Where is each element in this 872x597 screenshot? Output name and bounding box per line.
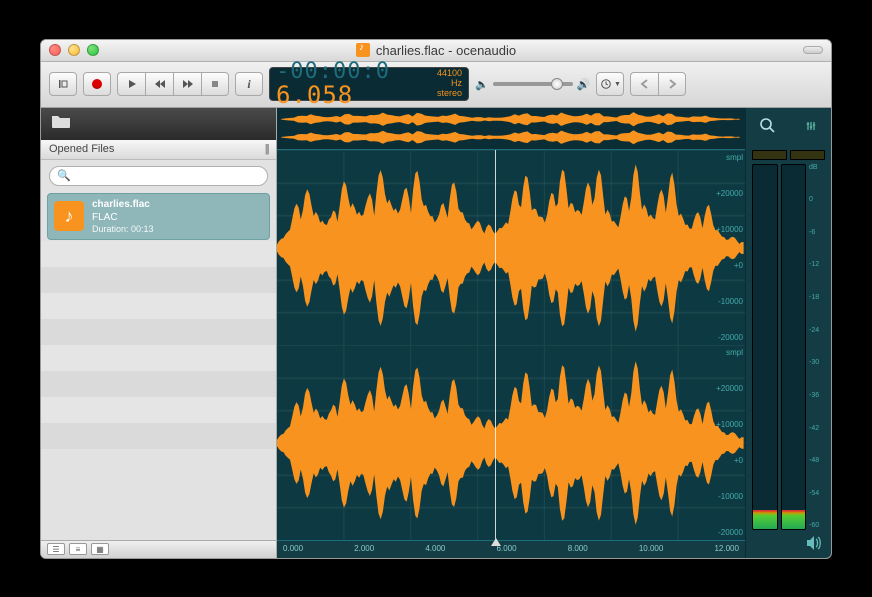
time-ruler[interactable]: 0.0002.0004.0006.0008.00010.00012.000 (277, 540, 745, 558)
fast-forward-button[interactable] (173, 72, 201, 96)
meter-footer (746, 534, 831, 558)
sidebar-header-label: Opened Files (49, 143, 114, 155)
playhead[interactable] (495, 150, 496, 540)
file-duration: Duration: 00:13 (92, 224, 154, 236)
view-list-button[interactable]: ☰ (47, 543, 65, 555)
sidebar-header: Opened Files |||| (41, 140, 276, 160)
peak-right (790, 150, 825, 160)
window-controls (49, 44, 99, 56)
sidebar-search: 🔍 (41, 160, 276, 192)
sidebar-top (41, 108, 276, 140)
meter-top (746, 108, 831, 150)
view-detail-button[interactable]: ≡ (69, 543, 87, 555)
app-window: charlies.flac - ocenaudio i (40, 39, 832, 559)
file-type-icon: ♪ (54, 201, 84, 231)
audio-meta: 44100 Hz stereo (432, 69, 462, 99)
record-button[interactable] (83, 72, 111, 96)
channel-mode: stereo (432, 89, 462, 99)
zoom-window-button[interactable] (87, 44, 99, 56)
waveform-overview[interactable] (277, 108, 745, 150)
rewind-button[interactable] (145, 72, 173, 96)
stop-button[interactable] (201, 72, 229, 96)
zoom-icon[interactable] (759, 117, 777, 140)
nav-back-button[interactable] (630, 72, 658, 96)
sample-rate: 44100 Hz (432, 69, 462, 89)
info-button[interactable]: i (235, 72, 263, 96)
sidebar-footer: ☰ ≡ ▦ (41, 540, 276, 558)
folder-icon[interactable] (51, 113, 71, 134)
waveform-panel: smpl+20000+10000+0-10000-20000 smpl+2000… (277, 108, 745, 558)
db-scale: dB0-6-12-18-24-30-36-42-48-54-60 (809, 164, 825, 530)
meter-bar-left (752, 164, 778, 530)
file-meta: charlies.flac FLAC Duration: 00:13 (92, 198, 154, 236)
amplitude-scale-left: smpl+20000+10000+0-10000-20000 (705, 151, 745, 345)
nav-group (630, 72, 686, 96)
peak-indicators (746, 150, 831, 160)
search-input[interactable] (49, 166, 268, 186)
file-format: FLAC (92, 211, 154, 224)
speaker-icon[interactable] (805, 535, 823, 556)
db-meter: dB0-6-12-18-24-30-36-42-48-54-60 (746, 160, 831, 534)
sidebar: Opened Files |||| 🔍 ♪ charlies.flac FLAC… (41, 108, 277, 558)
amplitude-scale-right: smpl+20000+10000+0-10000-20000 (705, 346, 745, 540)
window-title: charlies.flac - ocenaudio (41, 43, 831, 58)
meter-settings-icon[interactable] (804, 119, 818, 138)
close-window-button[interactable] (49, 44, 61, 56)
title-appname: ocenaudio (456, 43, 516, 58)
file-list-item[interactable]: ♪ charlies.flac FLAC Duration: 00:13 (47, 193, 270, 241)
volume-slider[interactable] (493, 82, 573, 86)
time-display[interactable]: -00:00:0 6.058 hr min sec 44100 Hz stere… (269, 67, 469, 101)
toolbar: i -00:00:0 6.058 hr min sec 44100 Hz ste… (41, 62, 831, 108)
search-icon: 🔍 (57, 169, 71, 182)
minimize-window-button[interactable] (68, 44, 80, 56)
record-icon (92, 79, 102, 89)
volume-thumb[interactable] (551, 78, 563, 90)
transport-group (117, 72, 229, 96)
peak-left (752, 150, 787, 160)
play-button[interactable] (117, 72, 145, 96)
file-name: charlies.flac (92, 198, 154, 211)
channel-right[interactable]: smpl+20000+10000+0-10000-20000 (277, 345, 745, 540)
stop-to-start-button[interactable] (49, 72, 77, 96)
volume-low-icon: 🔈 (475, 78, 489, 91)
history-button[interactable]: ▼ (596, 72, 624, 96)
volume-control: 🔈 🔊 (475, 78, 590, 91)
meter-bar-right (781, 164, 807, 530)
channel-left[interactable]: smpl+20000+10000+0-10000-20000 (277, 150, 745, 345)
sidebar-empty-list (41, 241, 276, 539)
sidebar-grip-icon[interactable]: |||| (265, 143, 268, 155)
title-filename: charlies.flac (376, 43, 445, 58)
app-file-icon (356, 43, 370, 57)
waveform-main[interactable]: smpl+20000+10000+0-10000-20000 smpl+2000… (277, 150, 745, 558)
nav-forward-button[interactable] (658, 72, 686, 96)
meter-panel: dB0-6-12-18-24-30-36-42-48-54-60 (745, 108, 831, 558)
toolbar-toggle-button[interactable] (803, 46, 823, 54)
titlebar: charlies.flac - ocenaudio (41, 40, 831, 62)
view-grid-button[interactable]: ▦ (91, 543, 109, 555)
volume-high-icon: 🔊 (577, 78, 591, 91)
time-current: 6.058 (276, 81, 353, 109)
main-area: Opened Files |||| 🔍 ♪ charlies.flac FLAC… (41, 108, 831, 558)
